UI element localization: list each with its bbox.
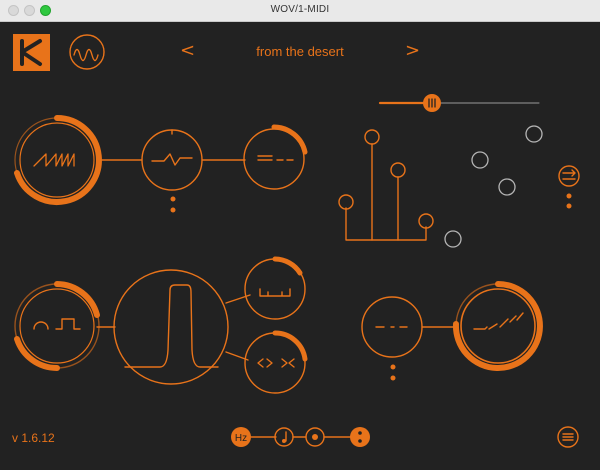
inactive-steps[interactable] (444, 125, 543, 248)
hz-toggle-button[interactable]: Hz (231, 427, 251, 447)
top-slider[interactable] (378, 94, 540, 112)
dot-icon[interactable] (305, 427, 325, 447)
waveshape-options-indicator[interactable] (170, 196, 176, 213)
route-icon[interactable] (558, 165, 580, 187)
level-mixer[interactable] (338, 129, 434, 241)
envelope-options-indicator[interactable] (390, 364, 396, 381)
note-icon[interactable] (274, 427, 294, 447)
k-logo-icon[interactable] (13, 34, 50, 71)
envelope-knob[interactable] (361, 296, 423, 358)
menu-icon[interactable] (557, 426, 579, 448)
synth-canvas: Hz (13, 34, 580, 448)
filter-mode-knob[interactable] (14, 281, 100, 372)
hz-label: Hz (235, 433, 247, 444)
waveshape-knob[interactable] (141, 129, 203, 191)
plugin-window: WOV/1-MIDI < from the desert > v 1.6.12 (0, 0, 600, 470)
oscillator-knob[interactable] (14, 115, 102, 205)
wave-logo-icon[interactable] (69, 34, 105, 70)
dots-icon[interactable] (350, 427, 370, 447)
sequence-knob[interactable] (243, 124, 308, 190)
filter-display[interactable] (113, 269, 229, 385)
resonance-knob[interactable] (244, 330, 308, 394)
cutoff-knob[interactable] (244, 256, 306, 320)
envelope-shape-knob[interactable] (452, 281, 543, 371)
filter-connections (96, 294, 251, 361)
route-options-indicator[interactable] (566, 193, 572, 209)
